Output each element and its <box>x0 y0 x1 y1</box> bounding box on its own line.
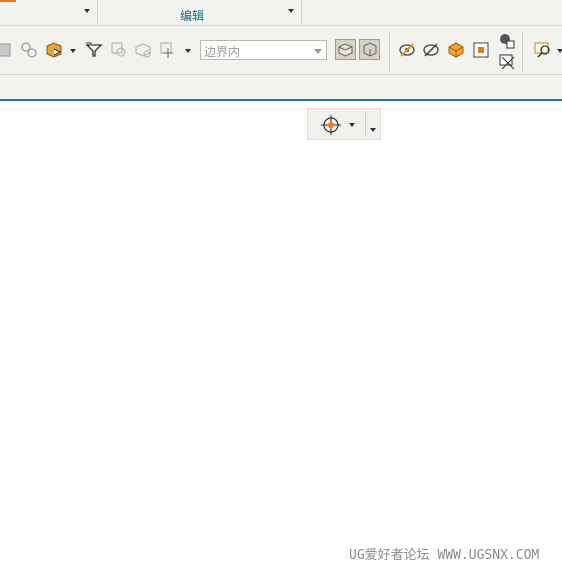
chevron-down-icon[interactable] <box>185 49 191 53</box>
watermark-text: UG爱好者论坛 WWW.UGSNX.COM <box>349 548 540 563</box>
ribbon-group-left <box>0 0 98 25</box>
ribbon-group-row: 编辑 <box>0 0 562 26</box>
target-snap-icon[interactable] <box>320 114 342 136</box>
wireframe-view-toggle[interactable] <box>359 39 380 60</box>
selection-scope-value: 边界内 <box>204 45 241 59</box>
hide-icon[interactable] <box>397 40 417 60</box>
selection-scope-select[interactable]: 边界内 <box>200 40 327 60</box>
toolbar-options-icon[interactable] <box>370 128 376 132</box>
component-select-icon[interactable] <box>44 40 64 60</box>
shaded-view-icon <box>338 43 353 57</box>
zoom-icon[interactable] <box>533 40 553 60</box>
chevron-down-icon[interactable] <box>349 123 355 127</box>
group-select-icon[interactable] <box>109 40 129 60</box>
body-faces-icon[interactable] <box>0 40 14 60</box>
shaded-view-toggle[interactable] <box>335 39 356 60</box>
point-snap-icon[interactable] <box>158 40 178 60</box>
orange-square-icon[interactable] <box>471 40 491 60</box>
feature-points-icon[interactable] <box>19 40 39 60</box>
toolbar-separator <box>389 32 390 72</box>
body-select-icon[interactable] <box>133 40 153 60</box>
selection-toolbar: 边界内 <box>0 26 562 75</box>
chevron-down-icon[interactable] <box>70 49 76 53</box>
toolbar-separator <box>522 32 523 72</box>
chevron-down-icon[interactable] <box>314 49 322 54</box>
layer-icon[interactable] <box>497 31 517 51</box>
chevron-down-icon[interactable] <box>288 9 294 13</box>
toolbar-separator <box>365 112 366 137</box>
chevron-down-icon[interactable] <box>84 9 90 13</box>
toolbar-lower-strip <box>0 75 562 99</box>
show-hide-icon[interactable] <box>421 40 441 60</box>
snap-point-toolbar <box>307 108 381 140</box>
ribbon-group-edit: 编辑 <box>98 0 302 25</box>
layer-settings-icon[interactable] <box>497 52 517 72</box>
graphics-window[interactable] <box>0 101 562 566</box>
chevron-down-icon[interactable] <box>557 49 562 53</box>
wireframe-view-icon <box>363 42 377 57</box>
group-label-edit: 编辑 <box>180 9 205 23</box>
filter-select-icon[interactable] <box>84 40 104 60</box>
orange-cube-icon[interactable] <box>446 40 466 60</box>
